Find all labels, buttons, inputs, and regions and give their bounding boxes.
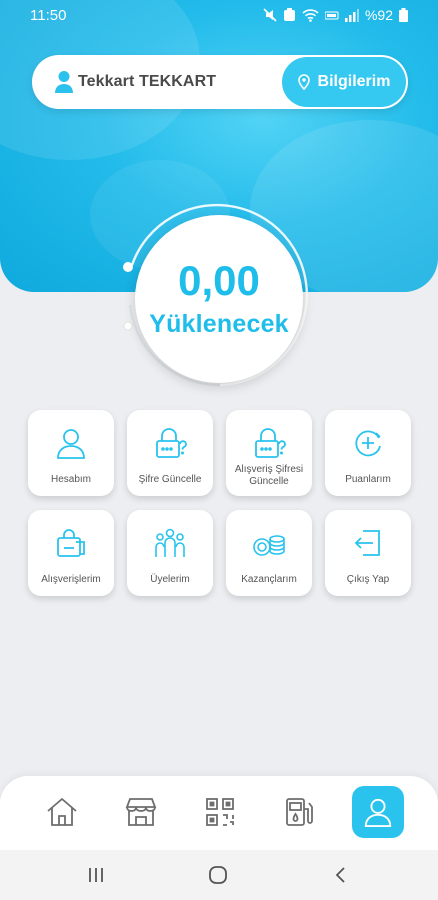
balance-amount: 0,00 xyxy=(178,257,260,304)
store-icon xyxy=(125,798,157,826)
menu-item-label: Çıkış Yap xyxy=(346,574,390,585)
status-time: 11:50 xyxy=(30,6,67,24)
fuel-pump-icon xyxy=(286,798,313,826)
menu-item-earnings[interactable]: Kazançlarım xyxy=(226,510,312,596)
menu-item-update-password[interactable]: Şifre Güncelle xyxy=(127,410,213,496)
qr-code-icon xyxy=(206,798,234,826)
shopping-password-lock-icon xyxy=(255,428,286,458)
nav-fuel[interactable] xyxy=(273,786,325,838)
menu-item-label: Kazançlarım xyxy=(241,574,297,585)
menu-item-shopping[interactable]: Alışverişlerim xyxy=(28,510,114,596)
location-pin-icon xyxy=(297,74,310,90)
nav-store[interactable] xyxy=(115,786,167,838)
nav-profile[interactable] xyxy=(352,786,404,838)
menu-item-points[interactable]: Puanlarım xyxy=(325,410,411,496)
menu-item-label: Puanlarım xyxy=(345,474,391,485)
mute-icon xyxy=(263,8,277,22)
back-chevron-icon xyxy=(335,867,345,883)
system-navigation-bar xyxy=(0,850,438,900)
menu-item-label: Alışveriş Şifresi Güncelle xyxy=(234,464,304,487)
logout-icon xyxy=(354,530,380,556)
battery-level: %92 xyxy=(364,7,393,23)
user-name: Tekkart TEKKART xyxy=(78,73,217,90)
recent-apps-icon xyxy=(89,868,103,882)
wifi-icon xyxy=(302,8,319,22)
menu-item-logout[interactable]: Çıkış Yap xyxy=(325,510,411,596)
home-circle-icon xyxy=(209,866,227,884)
nav-qr-code[interactable] xyxy=(194,786,246,838)
password-lock-icon xyxy=(156,428,187,458)
signal-icon xyxy=(344,8,359,22)
menu-item-label: Alışverişlerim xyxy=(41,574,101,585)
user-icon xyxy=(55,71,73,93)
profile-icon xyxy=(364,798,392,828)
menu-item-label: Hesabım xyxy=(50,474,91,485)
balance-display: 0,00 Yüklenecek xyxy=(135,215,303,383)
home-system-button[interactable] xyxy=(206,864,230,886)
recent-apps-button[interactable] xyxy=(84,864,108,886)
shopping-bag-icon xyxy=(57,529,85,557)
lte-icon xyxy=(324,11,339,19)
points-plus-icon xyxy=(355,430,381,457)
balance-label: Yüklenecek xyxy=(149,310,289,338)
my-info-label: Bilgilerim xyxy=(317,73,391,90)
nav-home[interactable] xyxy=(36,786,88,838)
menu-item-label: Şifre Güncelle xyxy=(138,474,202,485)
back-button[interactable] xyxy=(328,864,352,886)
user-icon xyxy=(57,429,85,459)
home-icon xyxy=(47,797,77,826)
battery-icon xyxy=(399,8,408,22)
notification-icon xyxy=(283,8,295,21)
user-card: Tekkart TEKKART Bilgilerim xyxy=(32,55,408,109)
bottom-navigation xyxy=(0,776,438,850)
menu-item-update-shopping-password[interactable]: Alışveriş Şifresi Güncelle xyxy=(226,410,312,496)
coins-icon xyxy=(253,535,285,556)
my-info-button[interactable]: Bilgilerim xyxy=(282,57,406,107)
menu-item-account[interactable]: Hesabım xyxy=(28,410,114,496)
members-group-icon xyxy=(155,528,185,557)
menu-item-label: Üyelerim xyxy=(150,574,190,585)
menu-item-members[interactable]: Üyelerim xyxy=(127,510,213,596)
status-bar: 11:50 %92 xyxy=(0,0,438,30)
